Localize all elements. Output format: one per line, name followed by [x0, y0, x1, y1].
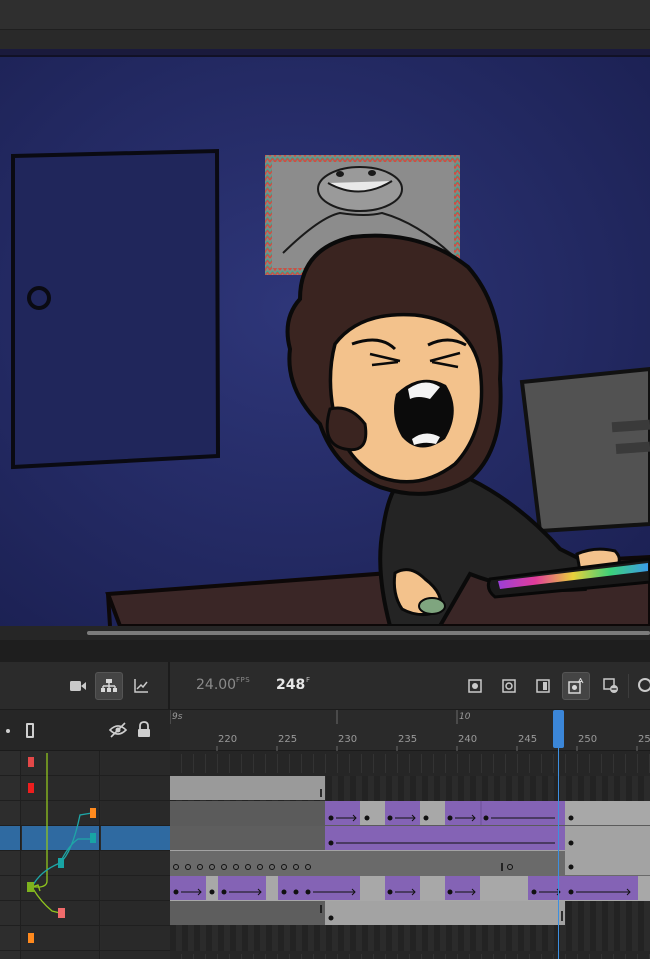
playhead-handle[interactable]: [553, 710, 564, 748]
dot-icon: [6, 729, 10, 733]
frame-label: F: [306, 676, 311, 684]
highlight-layer-icon[interactable]: [26, 723, 34, 738]
scrollbar-thumb[interactable]: [87, 631, 650, 635]
layer-parenting-button[interactable]: [95, 672, 123, 700]
parent-node[interactable]: [58, 908, 65, 918]
frame-ruler[interactable]: 9s 10 220 225 230 235 240 245 250 25: [170, 710, 650, 751]
edit-multiple-frames-icon: [536, 679, 550, 693]
frame-row[interactable]: [170, 876, 650, 901]
stage-canvas[interactable]: [0, 49, 650, 626]
panel-divider[interactable]: [0, 640, 650, 662]
fps-value[interactable]: 24.00: [196, 677, 236, 693]
camera-button[interactable]: [64, 672, 92, 700]
toolbar-separator: [168, 662, 170, 710]
frame-row[interactable]: [170, 951, 650, 959]
scene-artwork: [0, 49, 650, 626]
door: [11, 148, 221, 470]
fps-label: FPS: [236, 676, 251, 684]
frame-row[interactable]: [170, 751, 650, 776]
layer-parenting-icon: [101, 679, 117, 692]
toolbar-separator: [628, 674, 629, 698]
frame-row[interactable]: [170, 801, 650, 826]
edit-multiple-frames-button[interactable]: [529, 672, 557, 700]
onion-skin-button[interactable]: [461, 672, 489, 700]
parent-node[interactable]: [90, 833, 96, 843]
stage-horizontal-scrollbar[interactable]: [0, 626, 650, 640]
lock-layers-icon[interactable]: [137, 721, 151, 738]
hide-layers-icon[interactable]: [109, 722, 127, 738]
remove-keyframe-icon: [603, 678, 618, 693]
overflow-icon[interactable]: [638, 678, 650, 692]
auto-keyframe-button[interactable]: [562, 672, 590, 700]
computer-monitor: [519, 366, 650, 534]
frame-row[interactable]: [170, 901, 650, 926]
timeline-toolbar: 24.00 FPS 248 F: [0, 662, 650, 710]
layer-panel: [0, 710, 170, 959]
parent-node[interactable]: [90, 808, 96, 818]
camera-icon: [70, 681, 86, 691]
frame-rows[interactable]: [170, 751, 650, 959]
onion-skin-icon: [468, 679, 482, 693]
graph-icon: [134, 679, 148, 693]
top-bar: [0, 0, 650, 30]
current-frame-value[interactable]: 248: [276, 677, 305, 693]
parent-node[interactable]: [58, 858, 64, 868]
ruler-ticks: [170, 710, 638, 751]
stage-top-strip: [0, 30, 650, 49]
frame-row[interactable]: [170, 926, 650, 951]
frame-row[interactable]: [170, 851, 650, 876]
auto-keyframe-icon: [568, 678, 584, 694]
playhead-line: [558, 740, 559, 959]
layer-parenting-tree: [27, 753, 96, 918]
parent-node[interactable]: [27, 882, 34, 892]
graph-button[interactable]: [127, 672, 155, 700]
onion-skin-outline-button[interactable]: [495, 672, 523, 700]
onion-skin-outline-icon: [502, 679, 516, 693]
animate-app: 24.00 FPS 248 F 9s 10 220 225 230 235 24…: [0, 0, 650, 959]
frame-row-selected[interactable]: [170, 826, 650, 851]
layer-header: [0, 710, 170, 751]
remove-keyframe-button[interactable]: [597, 672, 625, 700]
frame-row[interactable]: [170, 776, 650, 801]
timeline-frames[interactable]: 9s 10 220 225 230 235 240 245 250 25: [170, 710, 650, 959]
